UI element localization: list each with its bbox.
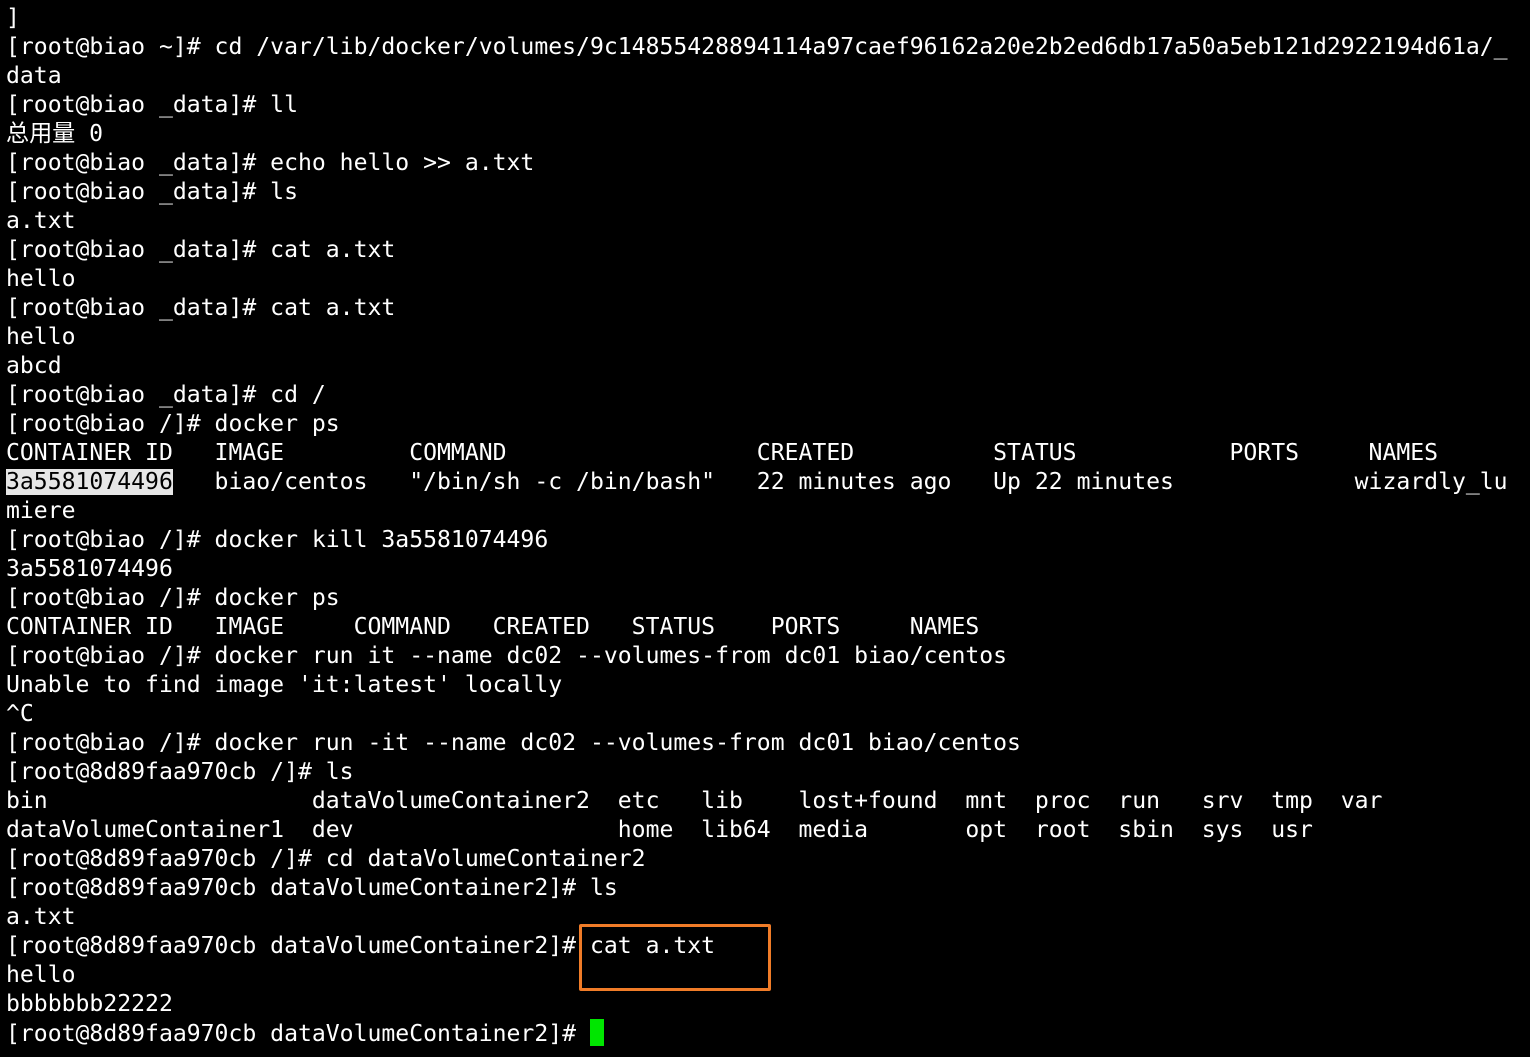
line-text: [root@8d89faa970cb dataVolumeContainer2]…	[6, 875, 618, 901]
line-text: [root@biao /]# docker ps	[6, 585, 340, 611]
line-text: miere	[6, 498, 76, 524]
line-text: abcd	[6, 353, 62, 379]
terminal-line: [root@biao _data]# ll	[6, 91, 1508, 120]
terminal-line: a.txt	[6, 207, 1508, 236]
terminal-line: abcd	[6, 352, 1508, 381]
line-text: [root@8d89faa970cb dataVolumeContainer2]…	[6, 1021, 590, 1047]
terminal-line: [root@8d89faa970cb dataVolumeContainer2]…	[6, 1019, 1508, 1048]
terminal-line: dataVolumeContainer1 dev home lib64 medi…	[6, 816, 1508, 845]
terminal-line: [root@biao _data]# cat a.txt	[6, 294, 1508, 323]
line-text: hello	[6, 324, 76, 350]
terminal-line: [root@biao /]# docker kill 3a5581074496	[6, 526, 1508, 555]
line-text: [root@biao /]# docker run it --name dc02…	[6, 643, 1008, 669]
line-text: ^C	[6, 701, 34, 727]
line-text: data	[6, 63, 62, 89]
line-text: 3a5581074496	[6, 556, 173, 582]
line-text: [root@biao _data]# cat a.txt	[6, 295, 396, 321]
terminal-line: [root@biao /]# docker run -it --name dc0…	[6, 729, 1508, 758]
terminal-line: [root@biao _data]# cat a.txt	[6, 236, 1508, 265]
terminal-line: CONTAINER ID IMAGE COMMAND CREATED STATU…	[6, 439, 1508, 468]
line-text: CONTAINER ID IMAGE COMMAND CREATED STATU…	[6, 440, 1439, 466]
terminal-line: 3a5581074496 biao/centos "/bin/sh -c /bi…	[6, 468, 1508, 497]
terminal-line: hello	[6, 265, 1508, 294]
line-text: Unable to find image 'it:latest' locally	[6, 672, 563, 698]
line-text: [root@biao ~]# cd /var/lib/docker/volume…	[6, 34, 1508, 60]
terminal-line: [root@biao _data]# cd /	[6, 381, 1508, 410]
terminal-line: ^C	[6, 700, 1508, 729]
terminal-line: [root@biao _data]# ls	[6, 178, 1508, 207]
line-text: [root@biao _data]# cd /	[6, 382, 326, 408]
line-text: biao/centos "/bin/sh -c /bin/bash" 22 mi…	[172, 469, 1508, 495]
line-text: bbbbbbb22222	[6, 991, 173, 1017]
line-text: [root@biao /]# docker kill 3a5581074496	[6, 527, 549, 553]
annotation-highlight-box	[579, 924, 771, 991]
line-text: bin dataVolumeContainer2 etc lib lost+fo…	[6, 788, 1383, 814]
line-text: [root@biao /]# docker ps	[6, 411, 340, 437]
terminal-line: [root@biao /]# docker ps	[6, 584, 1508, 613]
line-text: [root@biao _data]# ls	[6, 179, 298, 205]
line-text: dataVolumeContainer1 dev home lib64 medi…	[6, 817, 1313, 843]
terminal-output[interactable]: ] [root@biao ~]# cd /var/lib/docker/volum…	[6, 4, 1508, 1048]
line-text: a.txt	[6, 208, 76, 234]
terminal-line: 总用量 0	[6, 120, 1508, 149]
terminal-line: 3a5581074496	[6, 555, 1508, 584]
terminal-line: bbbbbbb22222	[6, 990, 1508, 1019]
line-text: 总用量 0	[6, 121, 104, 147]
terminal-line: [root@biao /]# docker run it --name dc02…	[6, 642, 1508, 671]
terminal-cursor	[589, 1019, 604, 1046]
terminal-line: hello	[6, 323, 1508, 352]
selected-text[interactable]: 3a5581074496	[6, 469, 173, 495]
terminal-line: [root@8d89faa970cb /]# cd dataVolumeCont…	[6, 845, 1508, 874]
line-text: [root@biao /]# docker run -it --name dc0…	[6, 730, 1021, 756]
line-text: [root@8d89faa970cb /]# ls	[6, 759, 354, 785]
line-text: CONTAINER ID IMAGE COMMAND CREATED STATU…	[6, 614, 980, 640]
terminal-line: [root@biao /]# docker ps	[6, 410, 1508, 439]
terminal-line: data	[6, 62, 1508, 91]
terminal-line: miere	[6, 497, 1508, 526]
terminal-line: [root@biao ~]# cd /var/lib/docker/volume…	[6, 33, 1508, 62]
terminal-line: [root@8d89faa970cb /]# ls	[6, 758, 1508, 787]
line-text: ]	[6, 5, 20, 31]
terminal-line: ]	[6, 4, 1508, 33]
terminal-line: Unable to find image 'it:latest' locally	[6, 671, 1508, 700]
line-text: [root@8d89faa970cb /]# cd dataVolumeCont…	[6, 846, 646, 872]
terminal-line: CONTAINER ID IMAGE COMMAND CREATED STATU…	[6, 613, 1508, 642]
line-text: [root@biao _data]# cat a.txt	[6, 237, 396, 263]
terminal-line: bin dataVolumeContainer2 etc lib lost+fo…	[6, 787, 1508, 816]
line-text: hello	[6, 962, 76, 988]
terminal-line: [root@biao _data]# echo hello >> a.txt	[6, 149, 1508, 178]
line-text: a.txt	[6, 904, 76, 930]
line-text: [root@biao _data]# ll	[6, 92, 298, 118]
line-text: [root@biao _data]# echo hello >> a.txt	[6, 150, 535, 176]
line-text: hello	[6, 266, 76, 292]
terminal-line: [root@8d89faa970cb dataVolumeContainer2]…	[6, 874, 1508, 903]
